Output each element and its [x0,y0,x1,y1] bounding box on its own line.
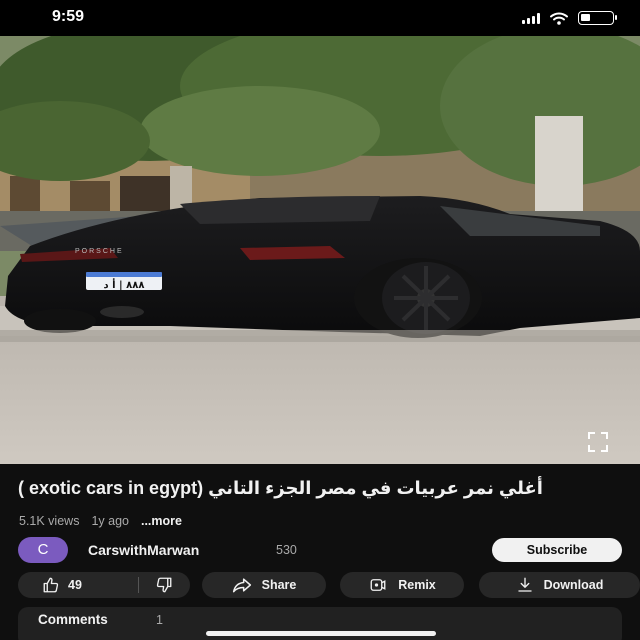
like-dislike-group: 49 [18,572,190,598]
thumbs-down-icon [156,577,172,593]
download-label: Download [543,578,604,592]
like-count: 49 [68,578,82,592]
fullscreen-icon[interactable] [586,430,610,454]
channel-row: C CarswithMarwan 530 Subscribe [18,537,622,567]
download-icon [517,577,532,592]
view-count: 5.1K views [19,514,80,528]
share-label: Share [261,578,297,592]
cellular-signal-icon [522,12,540,24]
channel-avatar[interactable]: C [18,537,68,563]
share-button[interactable]: Share [202,572,326,598]
video-title[interactable]: أغلي نمر عربيات في مصر الجزء التاني (exo… [18,478,622,498]
channel-name[interactable]: CarswithMarwan [88,542,199,558]
status-bar: 9:59 [0,0,640,36]
video-meta: 5.1K views 1y ago ...more [19,514,182,528]
comments-count: 1 [156,613,163,627]
thumbs-up-icon [43,577,59,593]
wifi-icon [550,12,568,25]
battery-icon [578,11,617,25]
status-time: 9:59 [52,8,85,25]
home-indicator[interactable] [206,631,436,636]
like-button[interactable]: 49 [18,572,138,598]
remix-label: Remix [398,578,436,592]
share-icon [232,578,251,593]
svg-text:PORSCHE: PORSCHE [75,248,124,255]
download-button[interactable]: Download [479,572,640,598]
subscriber-count: 530 [276,543,297,557]
video-frame: PORSCHE ٨٨٨ | أ د [0,36,640,464]
status-icons [522,11,617,25]
dislike-button[interactable] [139,572,189,598]
upload-age: 1y ago [91,514,129,528]
subscribe-button[interactable]: Subscribe [492,538,622,562]
remix-icon [370,579,386,591]
video-player[interactable]: PORSCHE ٨٨٨ | أ د [0,36,640,464]
video-info-panel: أغلي نمر عربيات في مصر الجزء التاني (exo… [0,464,640,640]
license-plate-text: ٨٨٨ | أ د [104,278,145,291]
more-link[interactable]: ...more [141,514,182,528]
remix-button[interactable]: Remix [340,572,464,598]
comments-label: Comments [38,612,108,627]
